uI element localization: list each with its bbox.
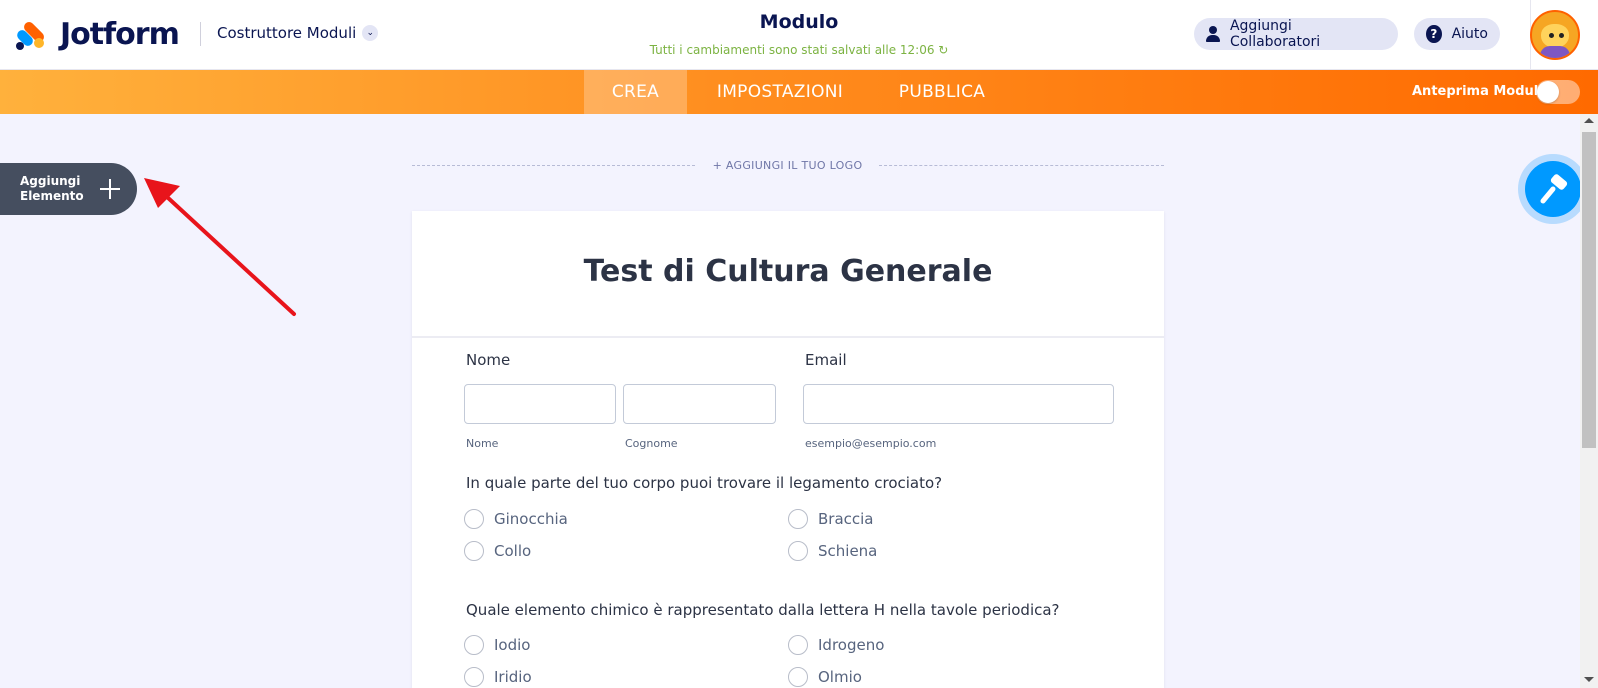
email-label: Email [805,351,847,369]
radio-button[interactable] [464,667,484,687]
logo-text: Jotform [60,17,180,52]
form-designer-button[interactable] [1518,154,1588,224]
scroll-thumb[interactable] [1582,132,1596,448]
chevron-down-icon: ⌄ [362,25,379,41]
name-label: Nome [466,351,511,369]
option-label: Iodio [494,636,531,654]
top-header: Jotform Costruttore Moduli ⌄ Modulo Tutt… [0,0,1598,70]
add-collaborators-button[interactable]: Aggiungi Collaboratori [1194,18,1398,50]
add-element-button[interactable]: Aggiungi Elemento [0,163,137,215]
red-arrow-annotation [144,178,296,316]
scroll-up-arrow[interactable] [1584,118,1594,123]
form-card: Test di Cultura Generale Nome Nome Cogno… [412,211,1164,688]
option-label: Ginocchia [494,510,568,528]
option-label: Iridio [494,668,532,686]
question-1: In quale parte del tuo corpo puoi trovar… [466,474,943,492]
heading-divider [412,336,1164,338]
preview-form-toggle[interactable] [1536,80,1580,104]
add-element-label: Aggiungi Elemento [20,174,84,203]
builder-menu-dropdown[interactable]: Costruttore Moduli ⌄ [217,24,379,42]
builder-navbar: CREA IMPOSTAZIONI PUBBLICA Anteprima Mod… [0,70,1598,114]
email-input[interactable] [803,384,1114,424]
radio-option[interactable]: Collo [464,541,531,561]
email-sublabel: esempio@esempio.com [805,437,937,450]
user-icon [1206,26,1220,42]
option-label: Collo [494,542,532,560]
builder-menu-label: Costruttore Moduli [217,24,357,42]
tab-crea[interactable]: CREA [584,70,687,114]
option-label: Idrogeno [818,636,885,654]
radio-button[interactable] [464,541,484,561]
radio-option[interactable]: Iodio [464,635,530,655]
option-label: Braccia [818,510,874,528]
radio-option[interactable]: Iridio [464,667,532,687]
question-circle-icon: ? [1426,25,1442,43]
radio-button[interactable] [788,541,808,561]
radio-button[interactable] [464,635,484,655]
option-label: Schiena [818,542,878,560]
last-name-input[interactable] [623,384,776,424]
first-name-input[interactable] [464,384,616,424]
tab-pubblica[interactable]: PUBBLICA [884,70,1000,114]
form-heading[interactable]: Test di Cultura Generale [412,254,1164,289]
question-2: Quale elemento chimico è rappresentato d… [466,601,1060,619]
radio-button[interactable] [788,635,808,655]
plus-icon [100,179,120,199]
radio-button[interactable] [464,509,484,529]
header-divider [200,22,201,46]
help-label: Aiuto [1451,26,1488,42]
radio-button[interactable] [788,509,808,529]
help-button[interactable]: ? Aiuto [1414,18,1500,50]
radio-option[interactable]: Idrogeno [788,635,884,655]
toggle-knob [1537,81,1559,103]
add-collaborators-label: Aggiungi Collaboratori [1229,18,1321,50]
radio-option[interactable]: Braccia [788,509,874,529]
avatar-face [1541,24,1569,48]
radio-option[interactable]: Ginocchia [464,509,568,529]
avatar-body [1540,46,1570,58]
last-name-sublabel: Cognome [625,437,678,450]
fab-circle [1525,161,1581,217]
option-label: Olmio [818,668,862,686]
radio-option[interactable]: Olmio [788,667,862,687]
jotform-logo[interactable]: Jotform [14,17,180,52]
jotform-logo-icon [14,19,47,52]
preview-form-label: Anteprima Modulo [1412,84,1548,99]
avatar[interactable] [1530,10,1580,60]
avatar-eye [1549,33,1554,38]
first-name-sublabel: Nome [466,437,499,450]
tab-impostazioni[interactable]: IMPOSTAZIONI [700,70,860,114]
radio-option[interactable]: Schiena [788,541,877,561]
avatar-eye [1559,33,1564,38]
radio-button[interactable] [788,667,808,687]
add-logo-link[interactable]: + AGGIUNGI IL TUO LOGO [700,159,875,172]
paint-roller-icon [1540,174,1568,204]
vertical-scrollbar[interactable] [1580,114,1598,688]
scroll-down-arrow[interactable] [1584,677,1594,682]
